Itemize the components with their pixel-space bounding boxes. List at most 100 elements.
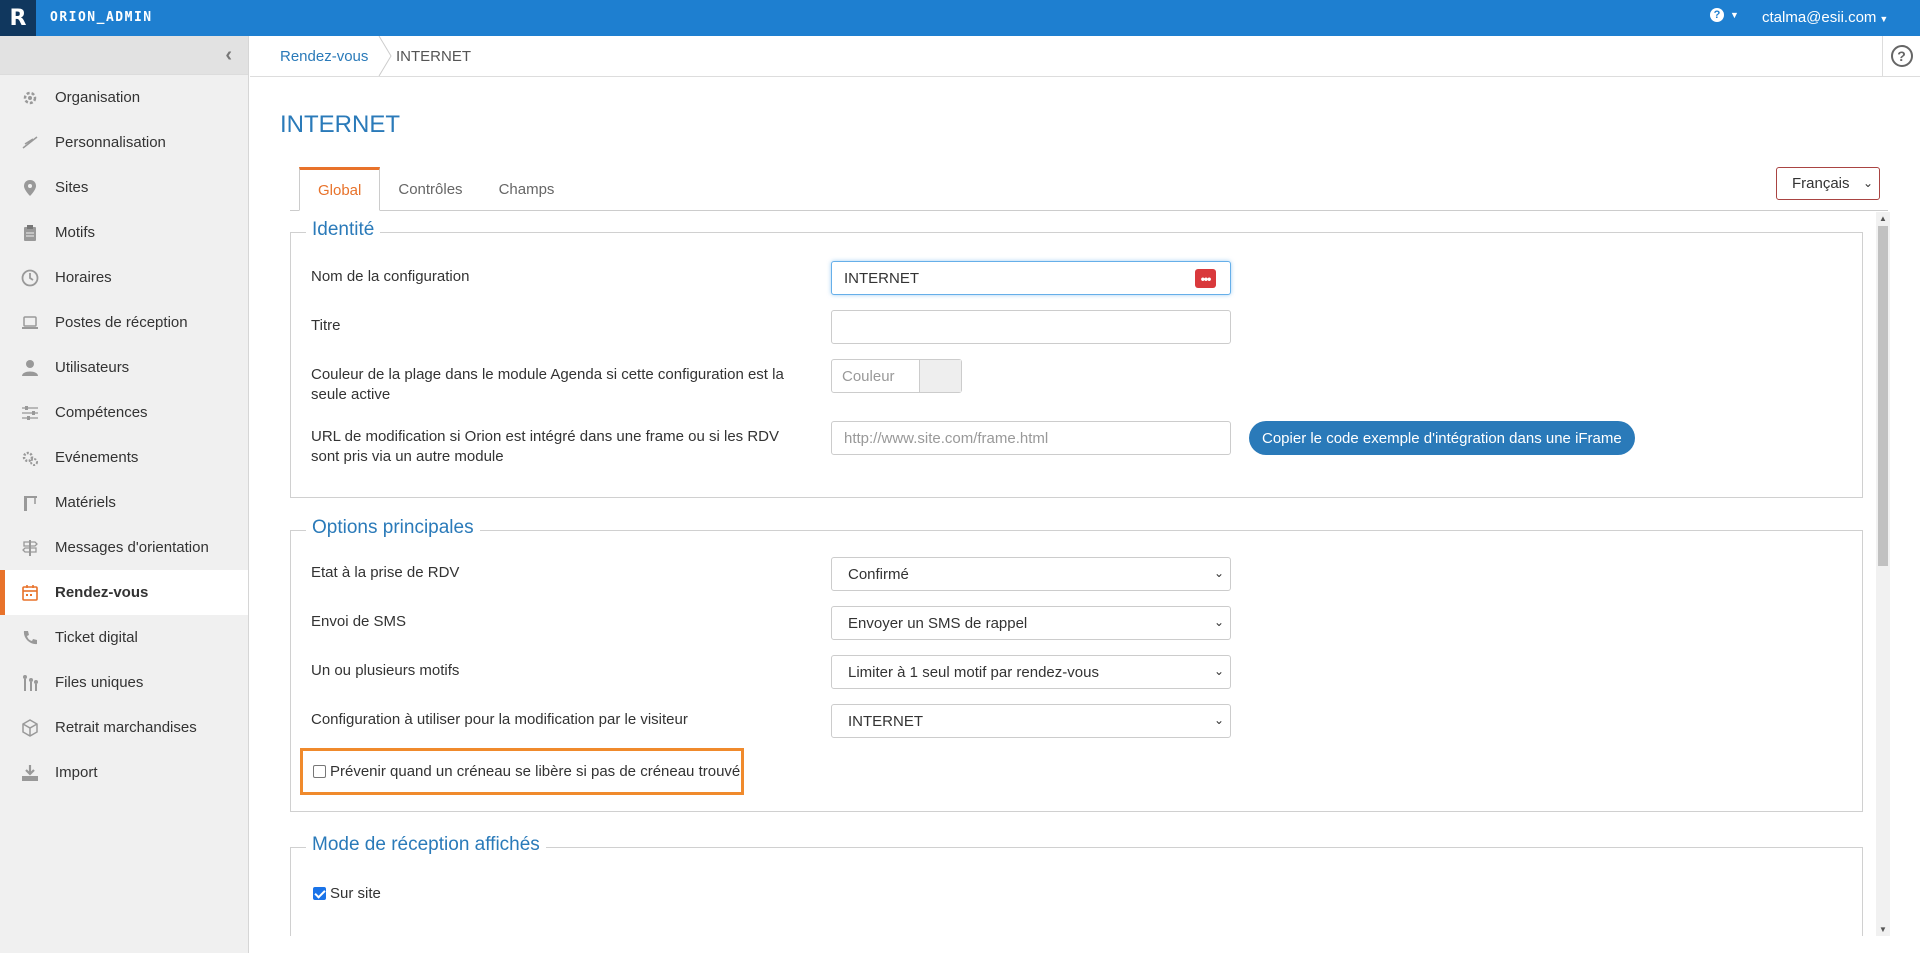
sidebar-item-retrait-marchandises[interactable]: Retrait marchandises	[0, 705, 248, 750]
sms-label: Envoi de SMS	[311, 613, 407, 630]
brush-icon	[20, 133, 40, 153]
url-label: URL de modification si Orion est intégré…	[311, 428, 779, 465]
sidebar-item-postes-de-reception[interactable]: Postes de réception	[0, 300, 248, 345]
identite-section: Identité Nom de la configuration INTERNE…	[290, 219, 1863, 498]
chevron-down-icon: ⌄	[1213, 664, 1224, 678]
box-icon	[20, 718, 40, 738]
user-icon	[20, 358, 40, 378]
sidebar-item-organisation[interactable]: Organisation	[0, 75, 248, 120]
sidebar-item-motifs[interactable]: Motifs	[0, 210, 248, 255]
caret-down-icon: ▼	[1730, 10, 1739, 20]
reception-section: Mode de réception affichés Sur site	[290, 834, 1863, 936]
motifs-select[interactable]: Limiter à 1 seul motif par rendez-vous ⌄	[831, 655, 1231, 689]
config-modif-value: INTERNET	[848, 712, 923, 730]
sidebar-item-import[interactable]: Import	[0, 750, 248, 795]
prevenir-checkbox-row[interactable]: Prévenir quand un créneau se libère si p…	[313, 763, 740, 780]
question-icon: ?	[1710, 8, 1724, 22]
sidebar-item-label: Postes de réception	[55, 314, 188, 331]
identite-legend: Identité	[306, 219, 381, 241]
etat-value: Confirmé	[848, 565, 909, 583]
sidebar-item-label: Retrait marchandises	[55, 719, 197, 736]
language-select[interactable]: Français ⌄	[1776, 167, 1880, 200]
user-menu[interactable]: ctalma@esii.com ▼	[1762, 9, 1888, 26]
sidebar-item-label: Personnalisation	[55, 134, 166, 151]
help-menu[interactable]: ? ▼	[1710, 8, 1739, 22]
sidebar-item-label: Import	[55, 764, 98, 781]
page-help-button[interactable]: ?	[1882, 36, 1920, 76]
scroll-thumb[interactable]	[1878, 226, 1888, 566]
scrollbar[interactable]: ▲ ▼	[1876, 212, 1890, 936]
app-logo[interactable]: R	[0, 0, 36, 36]
url-input[interactable]: http://www.site.com/frame.html	[831, 421, 1231, 455]
breadcrumb: Rendez-vous INTERNET ?	[250, 36, 1920, 77]
top-navbar: R ORION_ADMIN ? ▼ ctalma@esii.com ▼	[0, 0, 1920, 36]
sidebar-item-personnalisation[interactable]: Personnalisation	[0, 120, 248, 165]
motifs-label: Un ou plusieurs motifs	[311, 662, 460, 679]
sidebar-item-evenements[interactable]: Evénements	[0, 435, 248, 480]
prevenir-checkbox[interactable]	[313, 764, 326, 778]
couleur-placeholder: Couleur	[832, 360, 920, 392]
page-title: INTERNET	[280, 111, 400, 138]
laptop-icon	[20, 313, 40, 333]
scroll-up-icon[interactable]: ▲	[1879, 214, 1887, 223]
tab-champs[interactable]: Champs	[481, 167, 573, 211]
prevenir-label: Prévenir quand un créneau se libère si p…	[330, 763, 741, 780]
sidebar-item-label: Ticket digital	[55, 629, 138, 646]
breadcrumb-separator-icon	[378, 36, 392, 76]
copy-iframe-code-button[interactable]: Copier le code exemple d'intégration dan…	[1249, 421, 1635, 455]
options-legend: Options principales	[306, 517, 480, 539]
signpost-icon	[20, 538, 40, 558]
sidebar-item-sites[interactable]: Sites	[0, 165, 248, 210]
sidebar-item-label: Organisation	[55, 89, 141, 106]
sidebar-item-rendez-vous[interactable]: Rendez-vous	[0, 570, 248, 615]
gear-icon	[20, 88, 40, 108]
crane-icon	[20, 493, 40, 513]
language-value: Français	[1792, 175, 1850, 192]
tab-controles[interactable]: Contrôles	[380, 167, 480, 211]
motifs-value: Limiter à 1 seul motif par rendez-vous	[848, 663, 1099, 681]
sidebar-item-files-uniques[interactable]: Files uniques	[0, 660, 248, 705]
sidebar-item-competences[interactable]: Compétences	[0, 390, 248, 435]
form-scroll-area[interactable]: Identité Nom de la configuration INTERNE…	[280, 212, 1890, 936]
phone-icon	[20, 628, 40, 648]
breadcrumb-link-rendez-vous[interactable]: Rendez-vous	[280, 48, 368, 65]
password-manager-icon[interactable]: •••	[1195, 269, 1216, 288]
titre-input[interactable]	[831, 310, 1231, 344]
sidebar-item-label: Sites	[55, 179, 89, 196]
chevron-down-icon: ⌄	[1862, 176, 1873, 190]
calendar-icon	[20, 583, 40, 603]
config-name-input[interactable]: INTERNET •••	[831, 261, 1231, 295]
logo-letter: R	[9, 5, 27, 31]
sms-select[interactable]: Envoyer un SMS de rappel ⌄	[831, 606, 1231, 640]
sidebar-item-label: Files uniques	[55, 674, 144, 691]
gears-icon	[20, 448, 40, 468]
couleur-input[interactable]: Couleur	[831, 359, 962, 393]
config-modif-select[interactable]: INTERNET ⌄	[831, 704, 1231, 738]
color-swatch[interactable]	[920, 360, 961, 392]
sur-site-checkbox[interactable]	[313, 886, 326, 900]
sidebar-item-label: Motifs	[55, 224, 96, 241]
tab-global[interactable]: Global	[299, 167, 381, 211]
sidebar-item-utilisateurs[interactable]: Utilisateurs	[0, 345, 248, 390]
caret-down-icon: ▼	[1879, 14, 1889, 24]
sidebar-collapse-bar: ‹	[0, 36, 248, 75]
sms-value: Envoyer un SMS de rappel	[848, 614, 1028, 632]
scroll-down-icon[interactable]: ▼	[1879, 925, 1887, 934]
etat-label: Etat à la prise de RDV	[311, 564, 460, 581]
map-pin-icon	[20, 178, 40, 198]
chevron-down-icon: ⌄	[1213, 566, 1224, 580]
sidebar-item-label: Compétences	[55, 404, 148, 421]
etat-select[interactable]: Confirmé ⌄	[831, 557, 1231, 591]
sidebar-item-messages-d-orientation[interactable]: Messages d'orientation	[0, 525, 248, 570]
options-section: Options principales Etat à la prise de R…	[290, 517, 1863, 812]
chevron-left-icon[interactable]: ‹	[225, 44, 232, 67]
sidebar-item-ticket-digital[interactable]: Ticket digital	[0, 615, 248, 660]
chevron-down-icon: ⌄	[1213, 713, 1224, 727]
clipboard-icon	[20, 223, 40, 243]
sidebar-item-materiels[interactable]: Matériels	[0, 480, 248, 525]
question-circle-icon: ?	[1890, 45, 1913, 67]
sur-site-checkbox-row[interactable]: Sur site	[313, 885, 381, 902]
download-icon	[20, 763, 40, 783]
config-modif-label: Configuration à utiliser pour la modific…	[311, 711, 688, 728]
sidebar-item-horaires[interactable]: Horaires	[0, 255, 248, 300]
